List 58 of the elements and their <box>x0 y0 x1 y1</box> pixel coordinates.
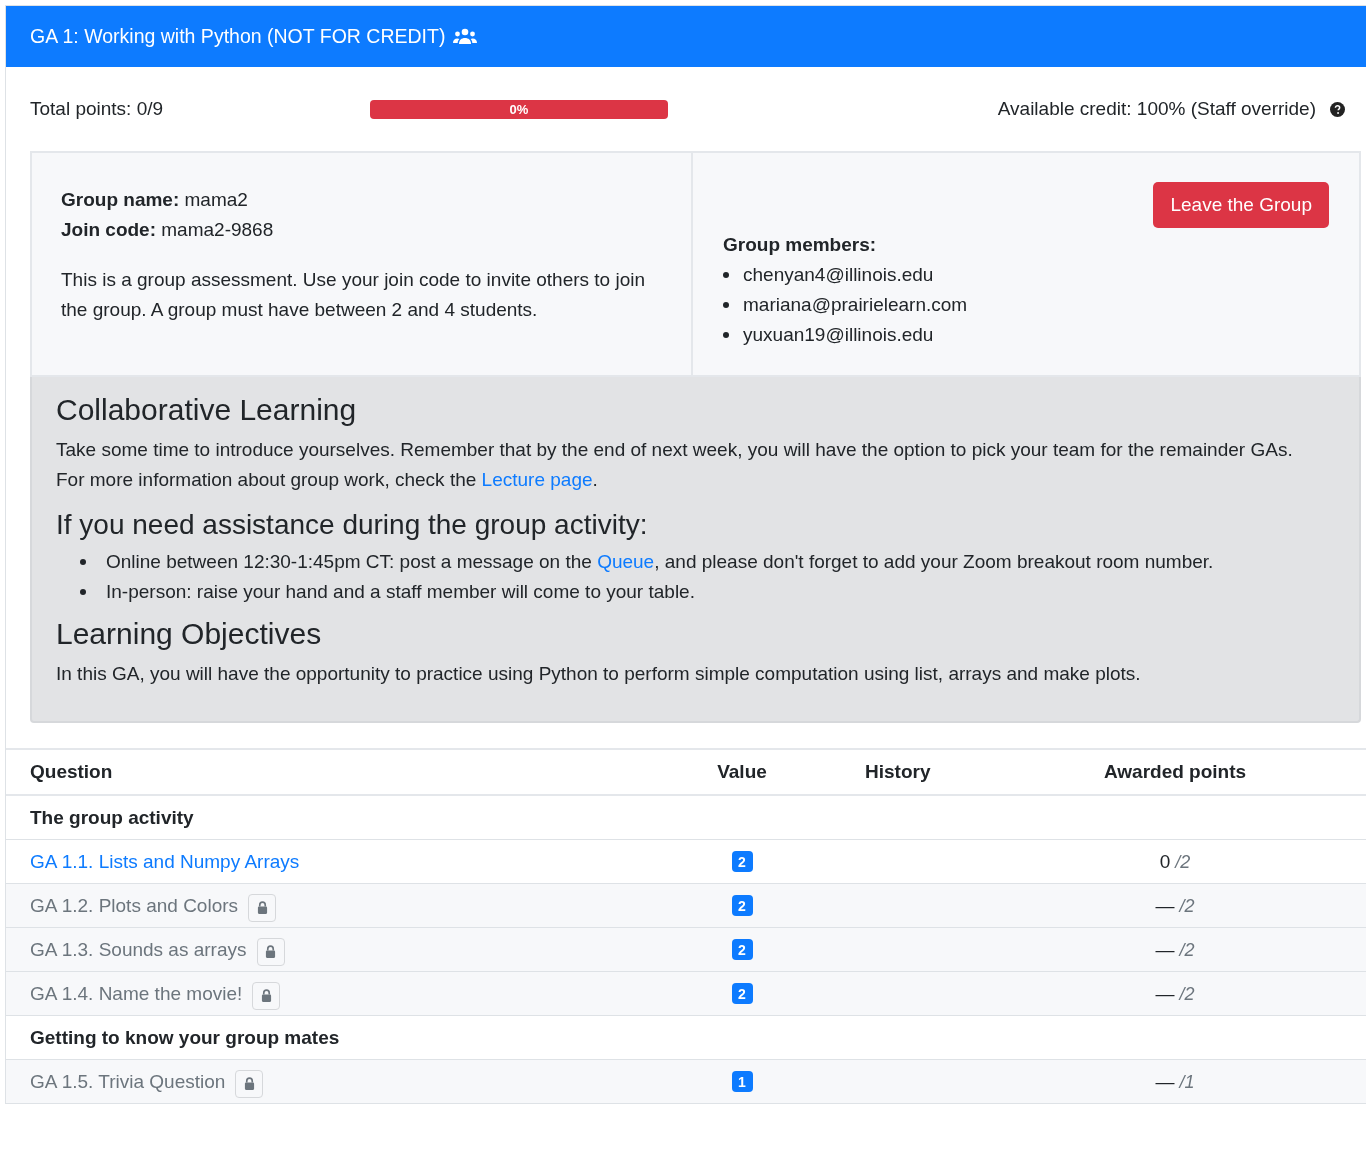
question-title: GA 1.3. Sounds as arrays <box>30 938 247 961</box>
question-title: GA 1.4. Name the movie! <box>30 982 243 1005</box>
section-heading: If you need assistance during the group activity: <box>56 509 649 541</box>
question-title: GA 1.2. Plots and Colors <box>30 894 239 917</box>
awarded-points: — <box>1155 938 1175 961</box>
lock-icon <box>265 945 276 958</box>
member-email: yuxuan19@illinois.edu <box>743 323 934 347</box>
awarded-points: — <box>1155 982 1175 1005</box>
awarded-points: — <box>1155 894 1175 917</box>
link[interactable]: Queue <box>597 551 655 572</box>
available-credit: Available credit: 100% (Staff override) <box>997 98 1316 120</box>
bullet-icon <box>80 589 86 595</box>
section-title: The group activity <box>29 806 195 829</box>
max-points: /2 <box>1175 851 1191 873</box>
link[interactable]: Lecture page <box>481 469 593 490</box>
bullet-icon <box>723 332 729 338</box>
max-points: /2 <box>1179 983 1195 1005</box>
question-title: GA 1.5. Trivia Question <box>30 1070 226 1093</box>
value-badge: 2 <box>731 851 753 872</box>
bullet-icon <box>80 559 86 565</box>
section-title: Getting to know your group mates <box>29 1026 341 1049</box>
section-heading: Collaborative Learning <box>56 393 358 427</box>
awarded-points: 0 <box>1159 850 1171 873</box>
help-icon[interactable] <box>1330 101 1345 117</box>
column-header: History <box>864 761 932 783</box>
column-header: Question <box>29 761 114 783</box>
assessment-title: GA 1: Working with Python (NOT FOR CREDIT) <box>30 25 446 48</box>
paragraph: Take some time to introduce yourselves. Remember that by the end of next week, you will have the option to pick your team for the remainder GAs. For more information about group work, check the Lecture page. <box>56 438 1294 492</box>
max-points: /2 <box>1179 939 1195 961</box>
leave-group-button[interactable]: Leave the Group <box>1153 182 1329 228</box>
members-label: Group members: <box>723 233 878 257</box>
list-item: Online between 12:30-1:45pm CT: post a message on the Queue, and please don't forget to add your Zoom breakout room number. <box>106 550 1214 574</box>
group-description: This is a group assessment. Use your join code to invite others to join the group. A group must have between 2 and 4 students. <box>61 268 646 322</box>
value-badge: 2 <box>731 895 753 916</box>
total-points: Total points: 0/9 <box>30 98 165 120</box>
progress-label: 0% <box>509 101 529 117</box>
column-header: Awarded points <box>1102 761 1248 783</box>
users-icon <box>453 27 478 46</box>
bullet-icon <box>723 272 729 278</box>
member-email: mariana@prairielearn.com <box>743 293 968 317</box>
question-link[interactable]: GA 1.1. Lists and Numpy Arrays <box>30 850 300 873</box>
value-badge: 2 <box>731 939 753 960</box>
member-email: chenyan4@illinois.edu <box>743 263 934 287</box>
awarded-points: — <box>1155 1070 1175 1093</box>
bullet-icon <box>723 302 729 308</box>
value-badge: 1 <box>731 1071 753 1092</box>
lock-icon <box>243 1077 255 1090</box>
section-heading: Learning Objectives <box>56 617 323 651</box>
list-item: In-person: raise your hand and a staff member will come to your table. <box>106 580 695 604</box>
lock-icon <box>260 989 272 1002</box>
max-points: /2 <box>1179 895 1195 917</box>
lock-icon <box>256 901 268 914</box>
paragraph: In this GA, you will have the opportunity to practice using Python to perform simple computation using list, arrays and make plots. <box>56 662 1142 686</box>
value-badge: 2 <box>731 983 753 1004</box>
group-name: Group name: mama2 <box>61 188 249 212</box>
join-code: Join code: mama2-9868 <box>61 218 275 242</box>
column-header: Value <box>716 761 768 783</box>
max-points: /1 <box>1179 1071 1195 1093</box>
